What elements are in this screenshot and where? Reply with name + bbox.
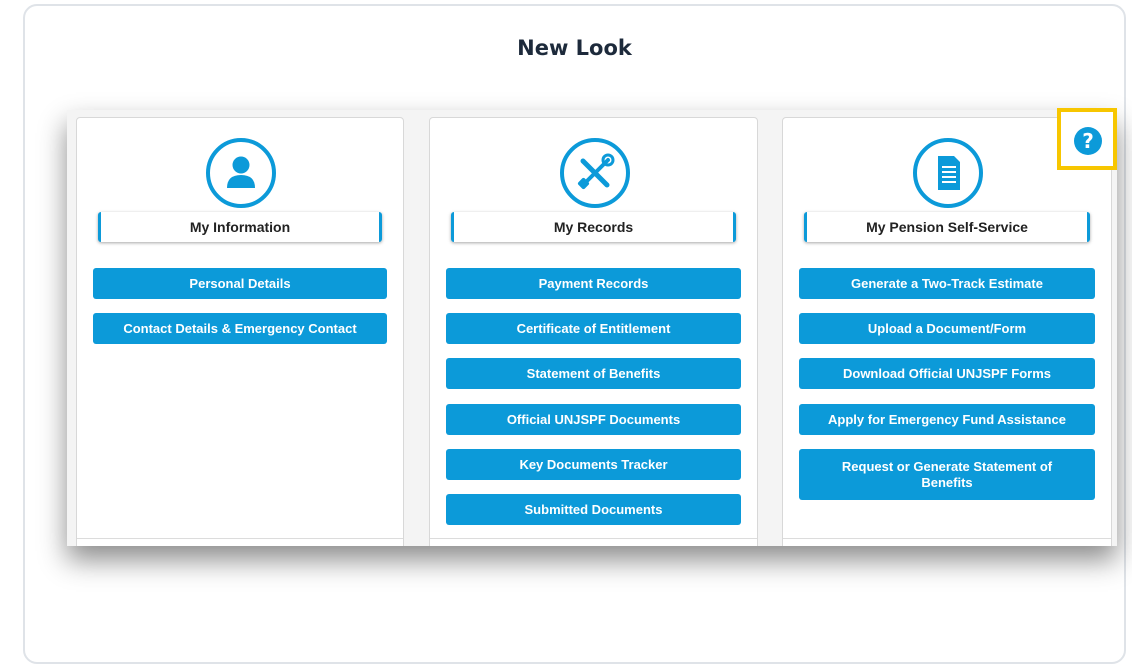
person-icon — [206, 138, 276, 208]
card-title-my-records: My Records — [451, 212, 736, 242]
card-divider — [783, 538, 1111, 539]
download-forms-button[interactable]: Download Official UNJSPF Forms — [799, 358, 1095, 389]
card-my-records: My Records Payment Records Certificate o… — [429, 117, 758, 546]
payment-records-button[interactable]: Payment Records — [446, 268, 741, 299]
emergency-fund-button[interactable]: Apply for Emergency Fund Assistance — [799, 404, 1095, 435]
tools-icon — [559, 138, 630, 208]
help-highlight: ? — [1057, 108, 1117, 170]
card-my-pension-self-service: My Pension Self-Service Generate a Two-T… — [782, 117, 1112, 546]
help-icon[interactable]: ? — [1074, 127, 1102, 155]
document-icon — [913, 138, 983, 208]
contact-details-button[interactable]: Contact Details & Emergency Contact — [93, 313, 387, 344]
upload-document-button[interactable]: Upload a Document/Form — [799, 313, 1095, 344]
card-my-information: My Information Personal Details Contact … — [76, 117, 404, 546]
two-track-estimate-button[interactable]: Generate a Two-Track Estimate — [799, 268, 1095, 299]
certificate-of-entitlement-button[interactable]: Certificate of Entitlement — [446, 313, 741, 344]
submitted-documents-button[interactable]: Submitted Documents — [446, 494, 741, 525]
statement-request-button[interactable]: Request or Generate Statement of Benefit… — [799, 449, 1095, 500]
card-divider — [77, 538, 403, 539]
card-divider — [430, 538, 757, 539]
portal-screenshot: My Information Personal Details Contact … — [67, 110, 1117, 546]
key-documents-tracker-button[interactable]: Key Documents Tracker — [446, 449, 741, 480]
statement-of-benefits-button[interactable]: Statement of Benefits — [446, 358, 741, 389]
card-title-my-information: My Information — [98, 212, 382, 242]
personal-details-button[interactable]: Personal Details — [93, 268, 387, 299]
card-title-my-pension-self-service: My Pension Self-Service — [804, 212, 1090, 242]
official-documents-button[interactable]: Official UNJSPF Documents — [446, 404, 741, 435]
page-title: New Look — [517, 36, 632, 60]
